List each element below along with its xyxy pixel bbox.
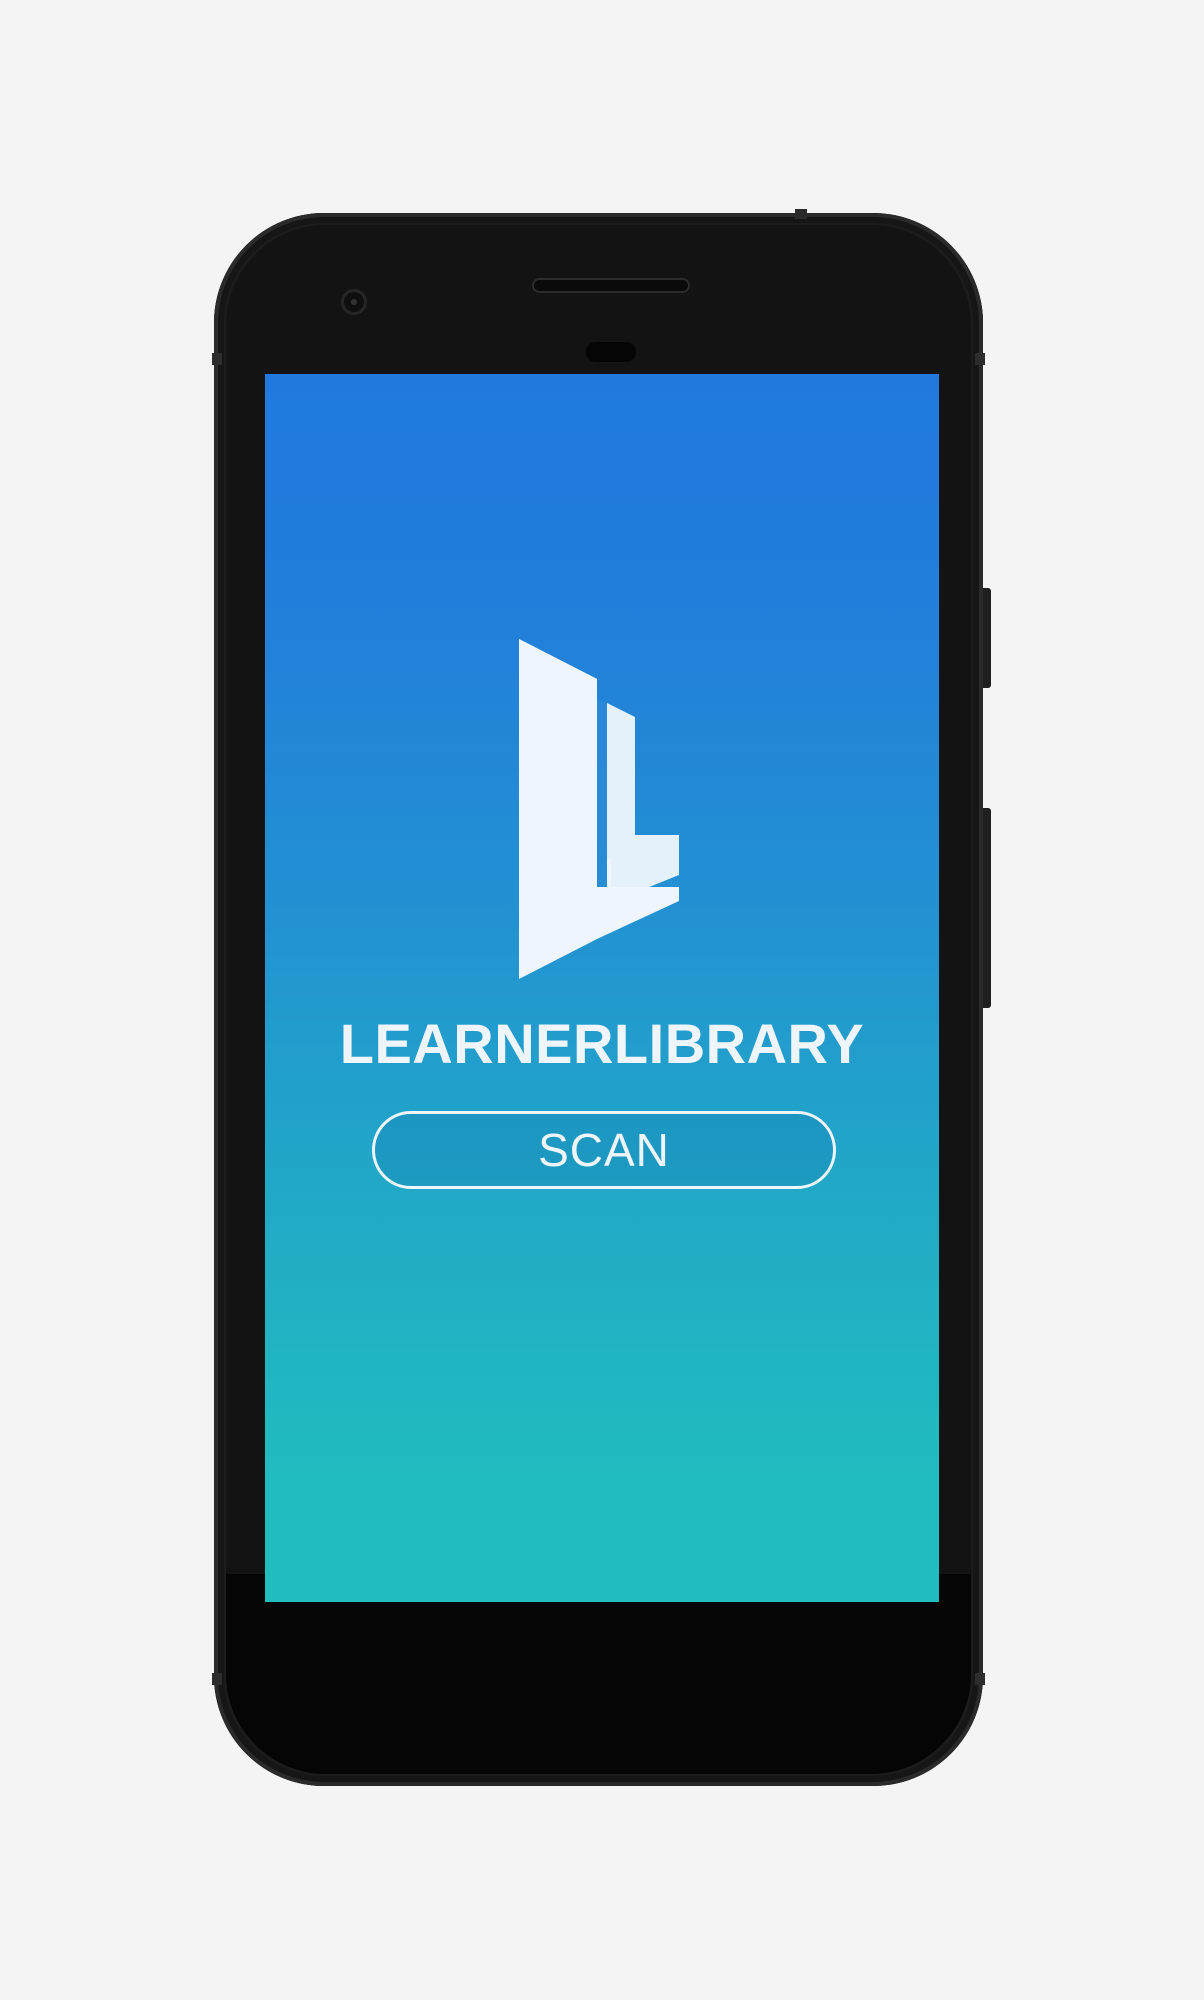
logo-foot-shape — [597, 887, 679, 939]
earpiece-speaker — [534, 280, 688, 291]
logo-back-shape — [607, 703, 679, 904]
phone-edge-mark — [212, 1673, 222, 1685]
power-button[interactable] — [983, 588, 991, 688]
phone-edge-mark — [975, 1673, 985, 1685]
camera-lens — [351, 299, 357, 305]
logo-gap-shape — [597, 699, 607, 908]
phone-top-mark — [795, 209, 807, 219]
app-screen: LEARNERLIBRARY SCAN — [265, 374, 939, 1602]
page-canvas: LEARNERLIBRARY SCAN — [0, 0, 1204, 2000]
front-camera-icon — [344, 292, 364, 312]
proximity-sensor — [586, 342, 636, 362]
volume-button[interactable] — [983, 808, 991, 1008]
logo-front-base — [519, 639, 597, 979]
phone-edge-mark — [212, 353, 222, 365]
phone-chin — [226, 1574, 971, 1774]
learner-library-logo-icon — [519, 639, 679, 979]
brand-wordmark: LEARNERLIBRARY — [339, 1012, 865, 1075]
phone-edge-mark — [975, 353, 985, 365]
scan-button[interactable]: SCAN — [372, 1111, 836, 1189]
